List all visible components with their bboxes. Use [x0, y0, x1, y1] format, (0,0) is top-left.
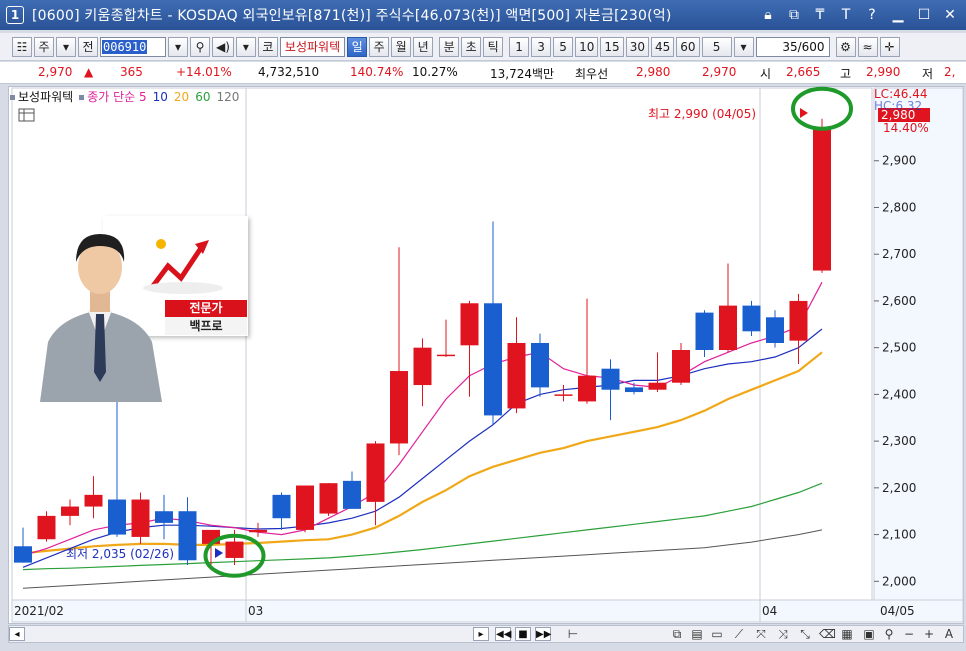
candle-body [296, 485, 314, 530]
candle-body [225, 541, 244, 558]
candle-body [14, 546, 32, 563]
table-icon [18, 108, 35, 122]
legend-stock[interactable]: 보성파워텍 [10, 88, 73, 105]
layers-icon[interactable]: ▦ [839, 627, 855, 641]
candle-body [108, 499, 126, 535]
copy-icon[interactable]: ⧉ [669, 627, 685, 641]
y-tick-label: 2,700 [882, 247, 916, 261]
legend-ma120: 120 [216, 89, 240, 104]
y-tick-label: 2,800 [882, 200, 916, 214]
chart-legend: 보성파워텍 종가 단순 5 10 20 60 120 [10, 88, 239, 105]
legend-ma[interactable]: 종가 단순 5 [79, 88, 147, 105]
candle-body [390, 371, 408, 444]
zoom-in-icon[interactable]: + [921, 627, 937, 641]
candle-body [554, 394, 573, 396]
candle-body [672, 350, 690, 383]
stop-icon[interactable]: ■ [515, 627, 531, 641]
draw-trend-icon[interactable]: ⤨ [775, 627, 791, 641]
candle-body [719, 305, 737, 350]
chart-scrollbar[interactable]: ◂ ▸ ◀◀ ■ ▶▶ ⊢ ⧉ ▤ ▭ ⟋ ⤧ ⤨ ⤡ ⌫ ▦ ▣ ⚲ − + … [8, 625, 964, 643]
candle-body [131, 499, 150, 537]
low-annotation: 최저 2,035 (02/26) [66, 547, 174, 561]
zoom-out-icon[interactable]: − [901, 627, 917, 641]
rewind-icon[interactable]: ◀◀ [495, 627, 511, 641]
candle-body [695, 312, 714, 350]
expert-photo [40, 234, 162, 402]
draw-line-icon[interactable]: ⟋ [731, 627, 747, 641]
candle-body [742, 305, 761, 332]
zoom-slider-icon[interactable]: ⊢ [565, 627, 581, 641]
y-tick-label: 2,600 [882, 294, 916, 308]
candle-body [249, 529, 267, 533]
scroll-right-icon[interactable]: ▸ [473, 627, 489, 641]
x-tick-label: 04/05 [880, 604, 915, 618]
candle-body [789, 300, 808, 341]
x-tick-label: 04 [762, 604, 777, 618]
clear-icon[interactable]: ▣ [861, 627, 877, 641]
candle-body [484, 303, 502, 416]
font-a-icon[interactable]: A [941, 627, 957, 641]
candle-body [319, 483, 338, 514]
candle-body [578, 375, 596, 402]
candle-body [61, 506, 79, 516]
x-tick-label: 03 [248, 604, 263, 618]
y-tick-label: 2,900 [882, 154, 916, 168]
y-tick-label: 2,200 [882, 481, 916, 495]
legend-ma60: 60 [195, 89, 211, 104]
y-tick-label: 2,000 [882, 574, 916, 588]
window-icon[interactable]: ▭ [709, 627, 725, 641]
candle-body [272, 494, 291, 519]
candle-body [507, 342, 526, 409]
scroll-left-icon[interactable]: ◂ [9, 627, 25, 641]
candle-body [437, 354, 455, 357]
candle-body [366, 443, 385, 502]
candle-body [648, 382, 667, 390]
forward-icon[interactable]: ▶▶ [535, 627, 551, 641]
candle-body [460, 303, 479, 346]
candle-body [155, 511, 173, 523]
expert-name: 백프로 [165, 317, 247, 335]
eraser-icon[interactable]: ⌫ [819, 627, 836, 641]
expert-tag: 전문가 [165, 300, 247, 317]
candle-body [37, 515, 56, 540]
legend-ma10: 10 [152, 89, 168, 104]
candle-body [625, 387, 643, 393]
candle-body [84, 494, 103, 507]
candle-body [766, 317, 784, 343]
candle-body [343, 480, 361, 509]
legend-ma20: 20 [173, 89, 190, 104]
x-tick-label: 2021/02 [14, 604, 64, 618]
date-axis [11, 599, 964, 623]
y-tick-label: 2,400 [882, 387, 916, 401]
high-annotation: 최고 2,990 (04/05) [648, 107, 756, 121]
y-tick-label: 2,500 [882, 341, 916, 355]
candle-body [813, 128, 831, 271]
candle-body [531, 342, 549, 388]
last-percent-label: 14.40% [883, 121, 929, 135]
paste-icon[interactable]: ▤ [689, 627, 705, 641]
candle-body [413, 347, 432, 386]
candle-body [601, 368, 620, 390]
draw-tool-icon[interactable]: ⤡ [797, 627, 813, 641]
y-tick-label: 2,300 [882, 434, 916, 448]
hc-label: HC:6.32 [874, 99, 922, 113]
magnify-icon[interactable]: ⚲ [881, 627, 897, 641]
candle-body [178, 511, 197, 561]
y-tick-label: 2,100 [882, 528, 916, 542]
draw-cross-icon[interactable]: ⤧ [753, 627, 769, 641]
